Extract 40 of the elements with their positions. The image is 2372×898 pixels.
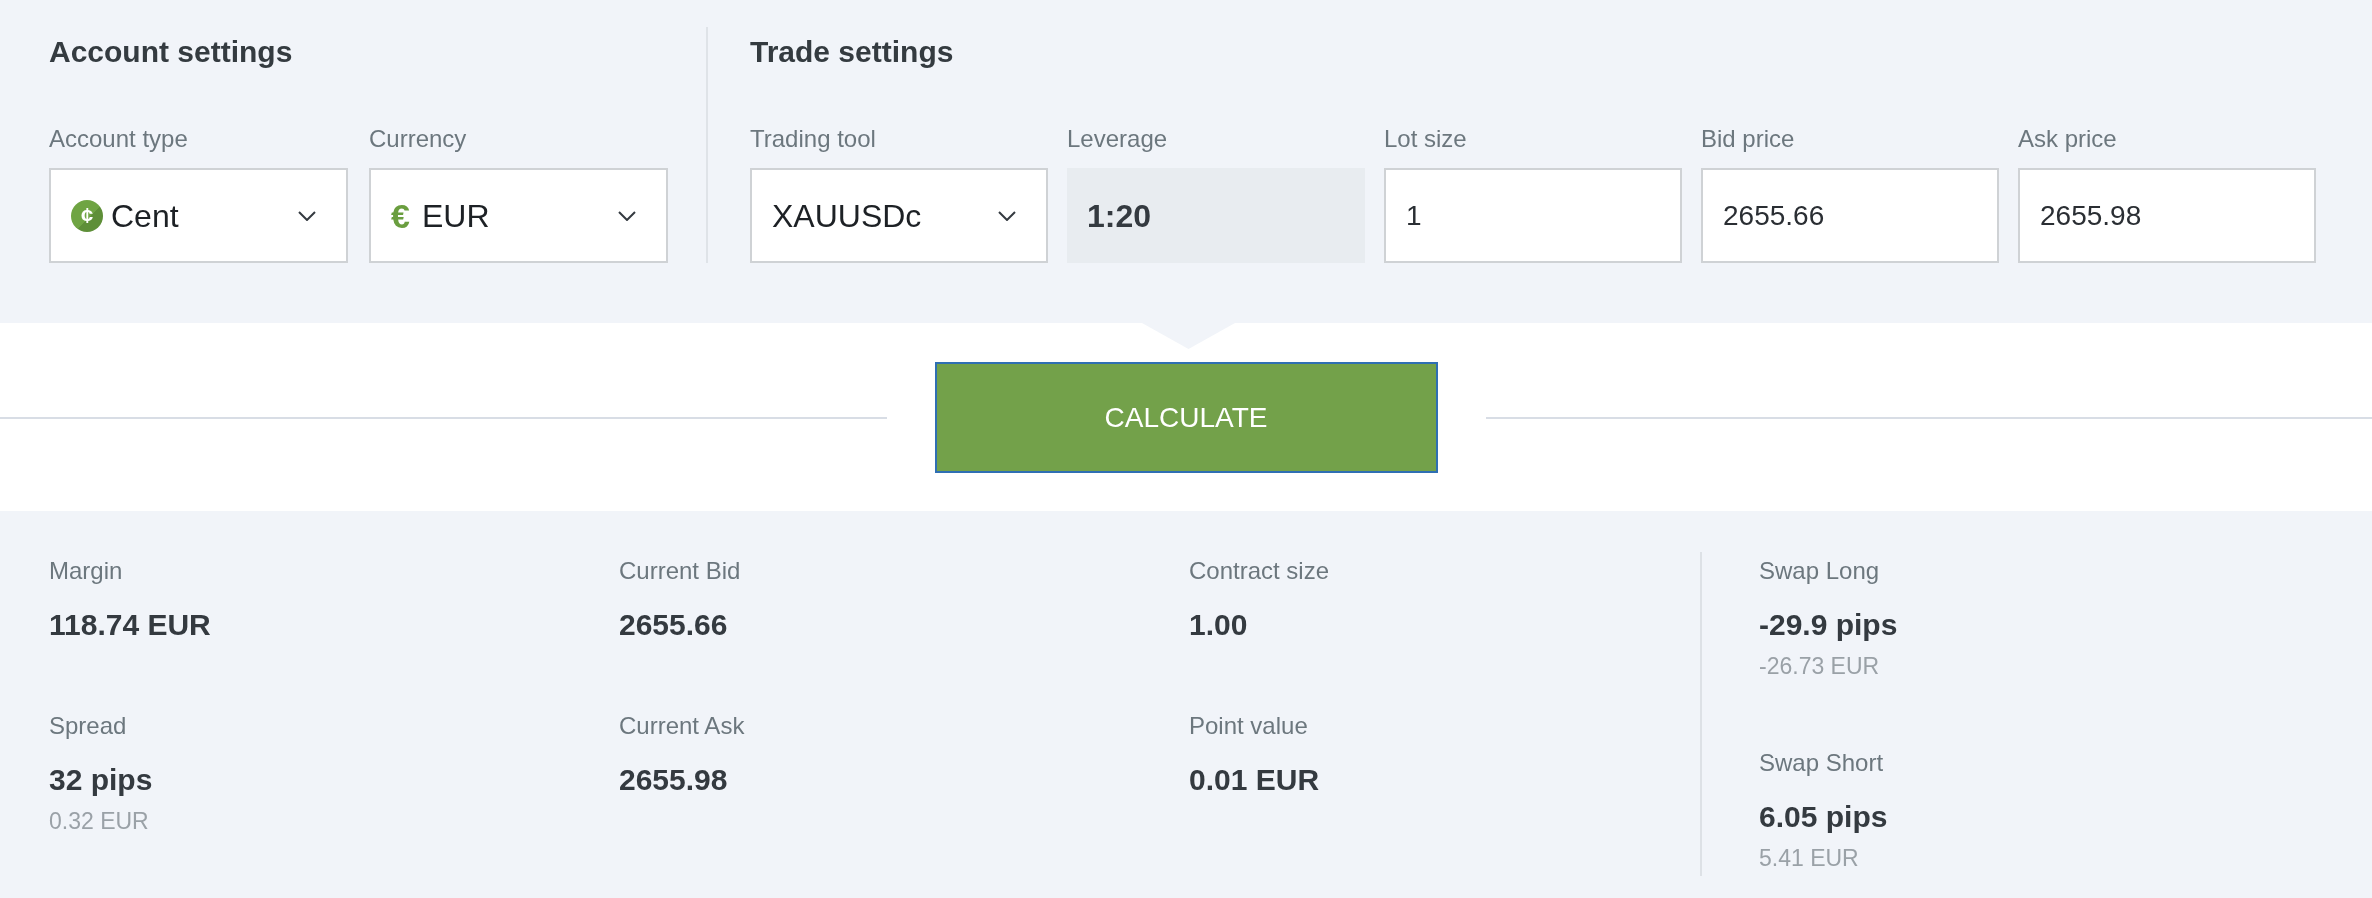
cent-coin-icon: ¢ xyxy=(71,199,103,232)
chevron-down-icon xyxy=(298,210,316,221)
chevron-down-icon xyxy=(998,210,1016,221)
stat-subvalue: 5.41 EUR xyxy=(1759,844,1859,872)
dropdown-select[interactable]: XAUUSDc xyxy=(750,168,1048,263)
stat-value: 32 pips xyxy=(49,762,153,798)
stat-value: 118.74 EUR xyxy=(49,607,211,643)
stat-subvalue: 0.32 EUR xyxy=(49,807,149,835)
number-input[interactable]: 2655.98 xyxy=(2018,168,2316,263)
field-label: Trading tool xyxy=(750,125,876,153)
field-label: Currency xyxy=(369,125,467,153)
dropdown-select[interactable]: ¢ Cent xyxy=(49,168,348,263)
stat-label: Current Ask xyxy=(619,712,745,740)
leverage-field: 1:20 xyxy=(1067,168,1365,263)
field-label: Leverage xyxy=(1067,125,1168,153)
field-label: Lot size xyxy=(1384,125,1467,153)
stat-label: Spread xyxy=(49,712,127,740)
stat-value: 0.01 EUR xyxy=(1189,762,1320,798)
euro-icon: € xyxy=(391,198,410,233)
stat-label: Point value xyxy=(1189,712,1308,740)
section-heading: Account settings xyxy=(49,34,293,70)
field-label: Ask price xyxy=(2018,125,2117,153)
section-heading: Trade settings xyxy=(750,34,954,70)
field-label: Account type xyxy=(49,125,188,153)
field-label: Bid price xyxy=(1701,125,1795,153)
stat-value: 2655.66 xyxy=(619,607,728,643)
stat-value: 1.00 xyxy=(1189,607,1248,643)
stat-label: Margin xyxy=(49,557,123,585)
chevron-down-icon xyxy=(618,210,636,221)
stat-subvalue: -26.73 EUR xyxy=(1759,652,1880,680)
stat-label: Current Bid xyxy=(619,557,741,585)
number-input[interactable]: 1 xyxy=(1384,168,1682,263)
dropdown-select[interactable]: € EUR xyxy=(369,168,668,263)
stat-label: Contract size xyxy=(1189,557,1330,585)
stat-value: 2655.98 xyxy=(619,762,728,798)
stat-label: Swap Long xyxy=(1759,557,1880,585)
stat-label: Swap Short xyxy=(1759,749,1884,777)
number-input[interactable]: 2655.66 xyxy=(1701,168,1999,263)
stat-value: -29.9 pips xyxy=(1759,607,1898,643)
stat-value: 6.05 pips xyxy=(1759,799,1888,835)
